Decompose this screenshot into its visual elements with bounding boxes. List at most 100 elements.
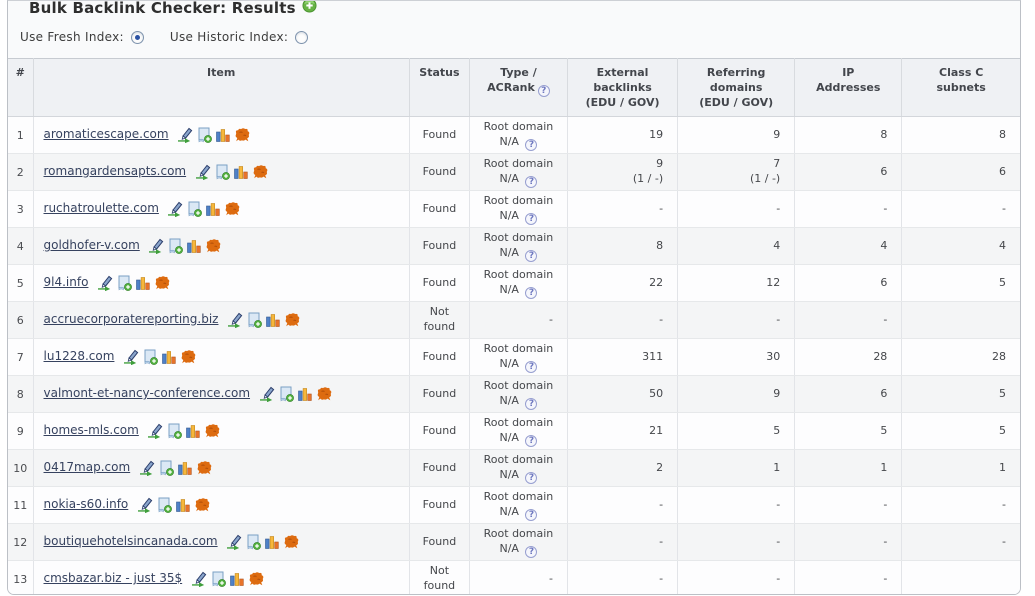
majestic-icon[interactable] <box>283 534 300 550</box>
bar-chart-icon[interactable] <box>175 497 191 513</box>
majestic-icon[interactable] <box>248 571 265 587</box>
domain-link[interactable]: lu1228.com <box>44 349 115 363</box>
table-row: 2 romangardensapts.com Found Root domain… <box>8 153 1020 191</box>
table-row: 9 homes-mls.com Found Root domain N/A ? … <box>8 412 1020 450</box>
majestic-icon[interactable] <box>196 460 213 476</box>
domain-link[interactable]: valmont-et-nancy-conference.com <box>44 386 251 400</box>
help-icon[interactable]: ? <box>537 84 550 97</box>
pen-link-icon[interactable] <box>259 386 275 402</box>
majestic-icon[interactable] <box>194 497 211 513</box>
item-cell: aromaticescape.com <box>33 116 410 154</box>
item-cell: 0417map.com <box>33 449 410 487</box>
ip-addresses-cell: - <box>794 190 903 228</box>
add-report-icon[interactable] <box>210 571 226 587</box>
majestic-icon[interactable] <box>252 164 269 180</box>
domain-link[interactable]: 0417map.com <box>44 460 131 474</box>
pen-link-icon[interactable] <box>139 460 155 476</box>
bar-chart-icon[interactable] <box>264 534 280 550</box>
add-report-icon[interactable] <box>246 312 262 328</box>
type-value: Root domain <box>483 156 554 170</box>
table-row: 13 cmsbazar.biz - just 35$ Not found - -… <box>8 560 1020 594</box>
acrank-value: N/A <box>499 209 523 223</box>
ip-addresses-cell: 4 <box>794 227 903 265</box>
bar-chart-icon[interactable] <box>265 312 281 328</box>
add-report-icon[interactable] <box>186 201 203 217</box>
referring-domains-cell: 12 <box>677 264 796 302</box>
help-icon[interactable]: ? <box>525 398 538 411</box>
majestic-icon[interactable] <box>204 423 221 439</box>
bar-chart-icon[interactable] <box>185 423 201 439</box>
domain-link[interactable]: boutiquehotelsincanada.com <box>44 534 218 548</box>
historic-index-radio[interactable] <box>295 30 309 44</box>
help-icon[interactable]: ? <box>525 287 538 300</box>
bar-chart-icon[interactable] <box>205 201 221 217</box>
pen-link-icon[interactable] <box>195 164 211 180</box>
fresh-index-radio[interactable] <box>130 30 144 44</box>
domain-link[interactable]: 9l4.info <box>44 275 89 289</box>
pen-link-icon[interactable] <box>123 349 139 365</box>
majestic-icon[interactable] <box>234 127 251 143</box>
add-report-icon[interactable] <box>167 238 184 254</box>
help-icon[interactable]: ? <box>525 435 538 448</box>
bar-chart-icon[interactable] <box>229 571 245 587</box>
row-number: 3 <box>8 190 34 228</box>
majestic-icon[interactable] <box>180 349 197 365</box>
add-report-icon[interactable] <box>196 127 212 143</box>
add-report-icon[interactable] <box>116 275 132 291</box>
pen-link-icon[interactable] <box>137 497 153 513</box>
pen-link-icon[interactable] <box>167 201 183 217</box>
add-report-icon[interactable] <box>156 497 172 513</box>
bar-chart-icon[interactable] <box>177 460 193 476</box>
help-icon[interactable]: ? <box>525 509 538 522</box>
domain-link[interactable]: romangardensapts.com <box>44 164 187 178</box>
pen-link-icon[interactable] <box>227 312 243 328</box>
class-c-subnets-cell: 1 <box>901 449 1020 487</box>
help-icon[interactable]: ? <box>525 213 538 226</box>
domain-link[interactable]: cmsbazar.biz - just 35$ <box>44 571 183 585</box>
domain-link[interactable]: nokia-s60.info <box>44 497 129 511</box>
add-report-icon[interactable] <box>158 460 174 476</box>
add-report-icon[interactable] <box>142 349 158 365</box>
domain-link[interactable]: ruchatroulette.com <box>44 201 159 215</box>
bar-chart-icon[interactable] <box>297 386 313 402</box>
help-icon[interactable]: ? <box>525 546 538 559</box>
table-row: 7 lu1228.com Found Root domain N/A ? 311… <box>8 338 1020 376</box>
add-icon[interactable] <box>302 1 317 17</box>
row-action-icons <box>167 201 241 217</box>
pen-link-icon[interactable] <box>147 423 163 439</box>
majestic-icon[interactable] <box>284 312 301 328</box>
domain-link[interactable]: aromaticescape.com <box>44 127 169 141</box>
majestic-icon[interactable] <box>224 201 241 217</box>
pen-link-icon[interactable] <box>226 534 242 550</box>
class-c-subnets-cell: 5 <box>901 412 1020 450</box>
add-report-icon[interactable] <box>245 534 262 550</box>
row-number: 1 <box>8 116 34 154</box>
bar-chart-icon[interactable] <box>186 238 202 254</box>
bar-chart-icon[interactable] <box>233 164 249 180</box>
help-icon[interactable]: ? <box>525 250 538 263</box>
majestic-icon[interactable] <box>316 386 333 402</box>
majestic-icon[interactable] <box>205 238 222 254</box>
add-report-icon[interactable] <box>214 164 230 180</box>
acrank-value: N/A <box>499 505 523 519</box>
domain-link[interactable]: goldhofer-v.com <box>44 238 140 252</box>
add-report-icon[interactable] <box>166 423 183 439</box>
help-icon[interactable]: ? <box>525 472 538 485</box>
help-icon[interactable]: ? <box>525 139 538 152</box>
help-icon[interactable]: ? <box>525 176 538 189</box>
bar-chart-icon[interactable] <box>135 275 151 291</box>
domain-link[interactable]: homes-mls.com <box>44 423 139 437</box>
pen-link-icon[interactable] <box>97 275 113 291</box>
add-report-icon[interactable] <box>278 386 294 402</box>
ip-addresses-cell: - <box>794 523 903 561</box>
bar-chart-icon[interactable] <box>215 127 231 143</box>
help-icon[interactable]: ? <box>525 361 538 374</box>
ip-addresses-cell: 5 <box>794 412 903 450</box>
pen-link-icon[interactable] <box>191 571 207 587</box>
pen-link-icon[interactable] <box>148 238 164 254</box>
bar-chart-icon[interactable] <box>161 349 177 365</box>
domain-link[interactable]: accruecorporatereporting.biz <box>44 312 219 326</box>
status-cell: Found <box>409 523 470 561</box>
pen-link-icon[interactable] <box>177 127 193 143</box>
majestic-icon[interactable] <box>154 275 171 291</box>
